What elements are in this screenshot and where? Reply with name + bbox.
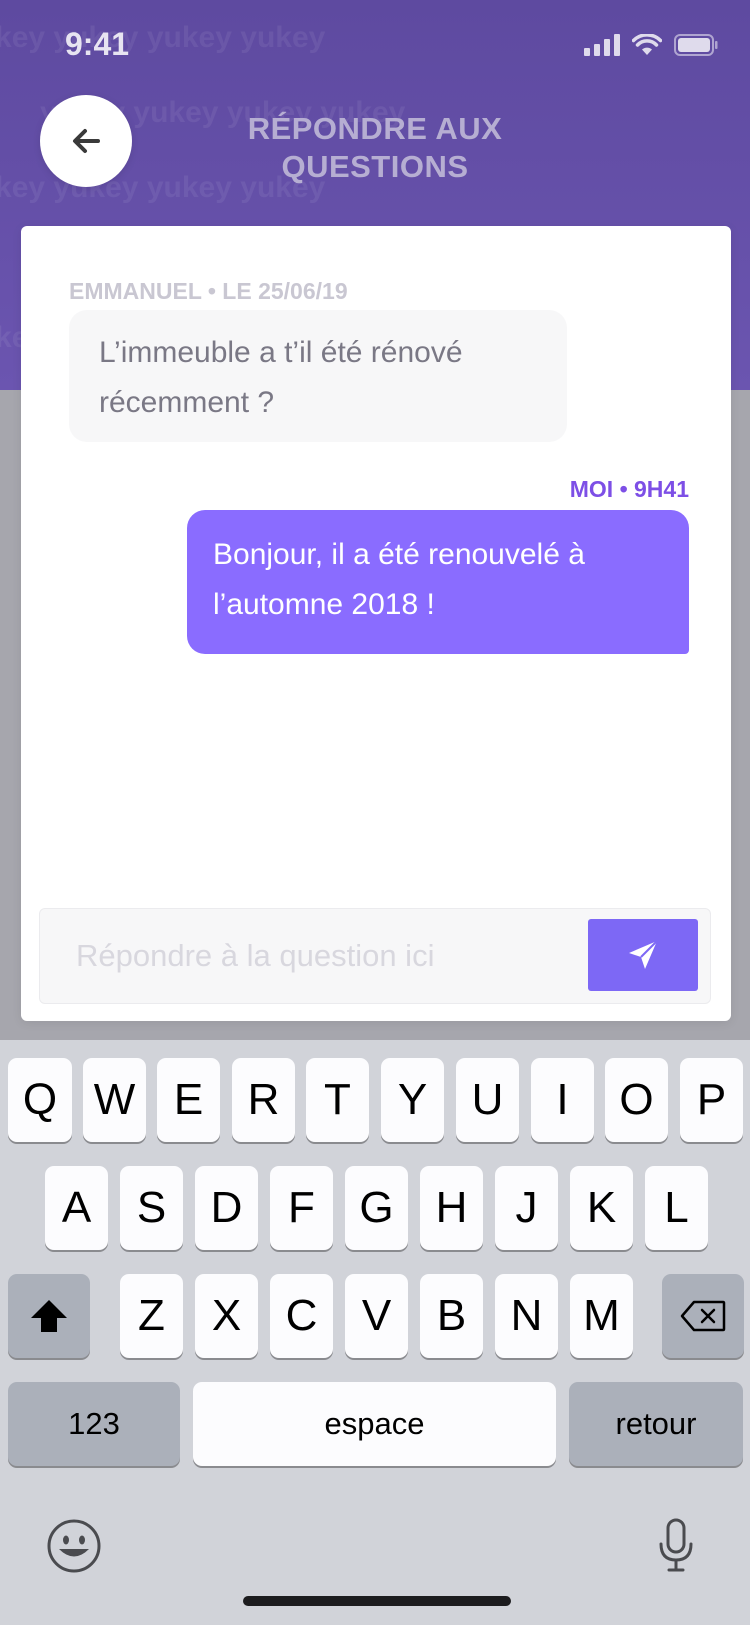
numbers-key[interactable]: 123 xyxy=(8,1382,180,1466)
incoming-message-bubble: L’immeuble a t’il été rénové récemment ? xyxy=(69,310,567,442)
shift-icon xyxy=(31,1300,67,1332)
send-button[interactable] xyxy=(588,919,698,991)
reply-bar xyxy=(39,908,711,1004)
emoji-key[interactable] xyxy=(46,1518,102,1579)
key-y[interactable]: Y xyxy=(381,1058,444,1142)
back-button[interactable] xyxy=(40,95,132,187)
key-j[interactable]: J xyxy=(495,1166,558,1250)
keyboard: Q W E R T Y U I O P A S D F G H J K L Z … xyxy=(0,1040,750,1625)
key-n[interactable]: N xyxy=(495,1274,558,1358)
key-u[interactable]: U xyxy=(456,1058,519,1142)
wifi-icon xyxy=(632,34,662,56)
shift-key[interactable] xyxy=(8,1274,90,1358)
status-time: 9:41 xyxy=(65,26,130,62)
key-v[interactable]: V xyxy=(345,1274,408,1358)
key-d[interactable]: D xyxy=(195,1166,258,1250)
battery-icon xyxy=(674,34,718,56)
key-h[interactable]: H xyxy=(420,1166,483,1250)
key-z[interactable]: Z xyxy=(120,1274,183,1358)
microphone-icon xyxy=(659,1518,693,1572)
key-m[interactable]: M xyxy=(570,1274,633,1358)
arrow-left-icon xyxy=(73,129,100,153)
key-w[interactable]: W xyxy=(83,1058,146,1142)
chat-card: EMMANUEL • LE 25/06/19 L’immeuble a t’il… xyxy=(21,226,731,1021)
space-key[interactable]: espace xyxy=(193,1382,556,1466)
cellular-signal-icon xyxy=(584,34,620,56)
key-b[interactable]: B xyxy=(420,1274,483,1358)
key-r[interactable]: R xyxy=(232,1058,295,1142)
paper-plane-icon xyxy=(629,940,658,969)
backspace-icon xyxy=(680,1300,726,1332)
emoji-icon xyxy=(47,1519,101,1573)
key-g[interactable]: G xyxy=(345,1166,408,1250)
key-c[interactable]: C xyxy=(270,1274,333,1358)
incoming-message-meta: EMMANUEL • LE 25/06/19 xyxy=(69,278,348,304)
outgoing-message-meta: MOI • 9H41 xyxy=(569,476,689,502)
key-x[interactable]: X xyxy=(195,1274,258,1358)
key-q[interactable]: Q xyxy=(8,1058,72,1142)
return-key[interactable]: retour xyxy=(569,1382,743,1466)
key-e[interactable]: E xyxy=(157,1058,220,1142)
key-o[interactable]: O xyxy=(605,1058,668,1142)
key-f[interactable]: F xyxy=(270,1166,333,1250)
reply-input[interactable] xyxy=(56,919,556,993)
key-s[interactable]: S xyxy=(120,1166,183,1250)
key-k[interactable]: K xyxy=(570,1166,633,1250)
microphone-key[interactable] xyxy=(656,1518,696,1579)
key-i[interactable]: I xyxy=(531,1058,594,1142)
status-icons xyxy=(584,34,718,56)
key-p[interactable]: P xyxy=(680,1058,743,1142)
page-title: RÉPONDRE AUX QUESTIONS xyxy=(247,111,503,184)
outgoing-message-bubble: Bonjour, il a été renouvelé à l’automne … xyxy=(187,510,689,654)
key-l[interactable]: L xyxy=(645,1166,708,1250)
status-bar: 9:41 xyxy=(0,0,750,90)
key-a[interactable]: A xyxy=(45,1166,108,1250)
home-indicator xyxy=(243,1596,511,1606)
key-t[interactable]: T xyxy=(306,1058,369,1142)
delete-key[interactable] xyxy=(662,1274,744,1358)
